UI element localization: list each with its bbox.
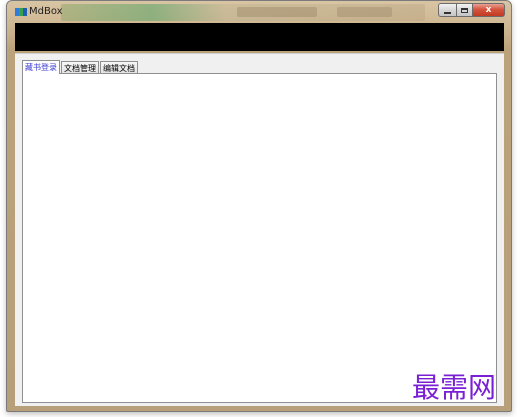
- title-bar[interactable]: MdBox x: [7, 1, 511, 23]
- close-button[interactable]: x: [473, 3, 505, 17]
- watermark-text: 最需网: [412, 371, 497, 404]
- maximize-icon: [461, 7, 468, 13]
- app-icon: [15, 8, 27, 16]
- minimize-button[interactable]: [438, 3, 456, 17]
- title-bar-ghost-text: [337, 7, 392, 17]
- minimize-icon: [444, 11, 451, 14]
- tab-book-login[interactable]: 藏书登录: [22, 60, 60, 74]
- tab-panel: [22, 73, 497, 403]
- tab-strip: 藏书登录 文档管理 编辑文档: [22, 60, 139, 74]
- title-bar-ghost-text: [237, 7, 317, 17]
- maximize-button[interactable]: [456, 3, 473, 17]
- toolbar-band: [15, 23, 504, 51]
- window-title: MdBox: [29, 6, 63, 17]
- window-controls: x: [438, 3, 505, 17]
- close-icon: x: [485, 4, 492, 15]
- client-area: 藏书登录 文档管理 编辑文档: [15, 53, 504, 406]
- app-window: MdBox x 藏书登录 文档管理 编辑文档: [6, 0, 512, 412]
